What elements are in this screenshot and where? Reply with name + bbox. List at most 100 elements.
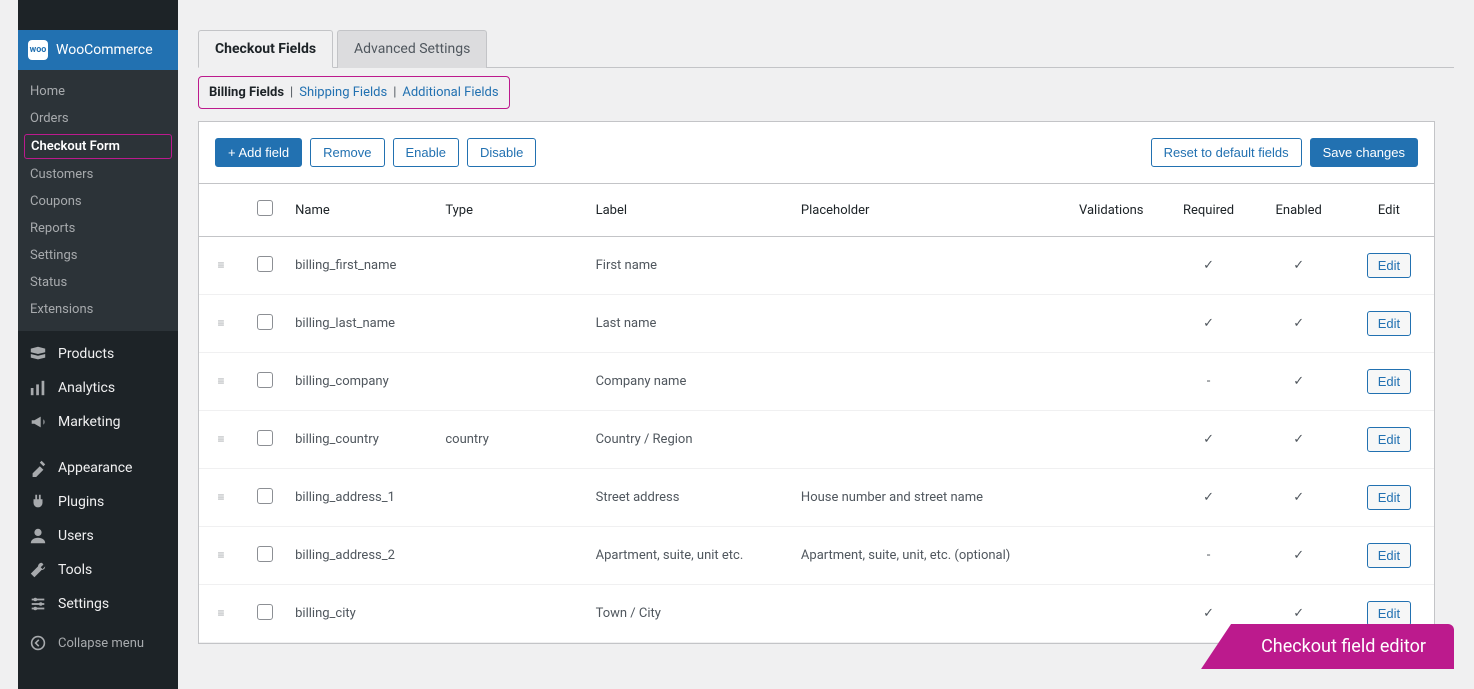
banner-checkout-field-editor: Checkout field editor <box>1201 624 1454 669</box>
sidebar-menu-item[interactable]: Appearance <box>18 451 178 485</box>
row-checkbox[interactable] <box>257 546 273 562</box>
fields-table: Name Type Label Placeholder Validations … <box>199 184 1434 643</box>
disable-button[interactable]: Disable <box>467 138 536 167</box>
cell-label: Company name <box>588 353 793 411</box>
cell-type <box>437 237 587 295</box>
sidebar-submenu-item[interactable]: Orders <box>18 105 178 132</box>
reset-button[interactable]: Reset to default fields <box>1151 138 1302 167</box>
drag-handle-icon[interactable]: ≡ <box>218 490 225 504</box>
drag-handle-icon[interactable]: ≡ <box>218 432 225 446</box>
col-label: Label <box>588 184 793 237</box>
settings-icon <box>28 595 48 613</box>
top-tab[interactable]: Advanced Settings <box>337 30 487 68</box>
cell-name: billing_address_1 <box>287 469 437 527</box>
tools-icon <box>28 561 48 579</box>
select-all-checkbox[interactable] <box>257 200 273 216</box>
col-enabled: Enabled <box>1254 184 1344 237</box>
drag-handle-icon[interactable]: ≡ <box>218 548 225 562</box>
row-checkbox[interactable] <box>257 604 273 620</box>
cell-label: Town / City <box>588 585 793 643</box>
woocommerce-label: WooCommerce <box>56 42 153 58</box>
sidebar-submenu-item[interactable]: Reports <box>18 215 178 242</box>
row-checkbox[interactable] <box>257 488 273 504</box>
sidebar-submenu-item[interactable]: Home <box>18 78 178 105</box>
appearance-icon <box>28 459 48 477</box>
enable-button[interactable]: Enable <box>393 138 459 167</box>
sidebar-menu-item[interactable]: Analytics <box>18 371 178 405</box>
sidebar-submenu-item[interactable]: Status <box>18 269 178 296</box>
sidebar-menu-item[interactable]: Tools <box>18 553 178 587</box>
cell-name: billing_address_2 <box>287 527 437 585</box>
col-name: Name <box>287 184 437 237</box>
cell-enabled: ✓ <box>1254 411 1344 469</box>
sidebar-submenu-item[interactable]: Settings <box>18 242 178 269</box>
drag-handle-icon[interactable]: ≡ <box>218 374 225 388</box>
field-group-tabs: Billing Fields | Shipping Fields | Addit… <box>198 76 510 109</box>
main-menu-section-2: AppearancePluginsUsersToolsSettings <box>18 445 178 627</box>
sidebar-item-woocommerce[interactable]: woo WooCommerce <box>18 30 178 70</box>
edit-button[interactable]: Edit <box>1367 543 1411 568</box>
edit-button[interactable]: Edit <box>1367 311 1411 336</box>
sidebar-submenu-item[interactable]: Coupons <box>18 188 178 215</box>
drag-handle-icon[interactable]: ≡ <box>218 258 225 272</box>
cell-required: - <box>1164 527 1254 585</box>
sidebar-submenu-item[interactable]: Extensions <box>18 296 178 323</box>
sidebar-menu-item[interactable]: Products <box>18 337 178 371</box>
main-menu-section-1: ProductsAnalyticsMarketing <box>18 331 178 445</box>
edit-button[interactable]: Edit <box>1367 369 1411 394</box>
edit-button[interactable]: Edit <box>1367 485 1411 510</box>
subtab-additional[interactable]: Additional Fields <box>402 85 498 100</box>
cell-placeholder <box>793 411 1053 469</box>
table-row: ≡billing_last_nameLast name✓✓Edit <box>199 295 1434 353</box>
row-checkbox[interactable] <box>257 372 273 388</box>
cell-placeholder <box>793 353 1053 411</box>
cell-label: First name <box>588 237 793 295</box>
collapse-menu-button[interactable]: Collapse menu <box>18 627 178 659</box>
collapse-icon <box>28 635 48 651</box>
woocommerce-submenu: HomeOrdersCheckout FormCustomersCouponsR… <box>18 70 178 331</box>
save-button[interactable]: Save changes <box>1310 138 1418 167</box>
cell-type <box>437 353 587 411</box>
drag-handle-icon[interactable]: ≡ <box>218 606 225 620</box>
sidebar-menu-item[interactable]: Users <box>18 519 178 553</box>
row-checkbox[interactable] <box>257 314 273 330</box>
subtab-shipping[interactable]: Shipping Fields <box>299 85 387 100</box>
fields-toolbar: + Add field Remove Enable Disable Reset … <box>199 122 1434 184</box>
col-type: Type <box>437 184 587 237</box>
cell-enabled: ✓ <box>1254 527 1344 585</box>
cell-required: ✓ <box>1164 237 1254 295</box>
sidebar-submenu-item[interactable]: Customers <box>18 161 178 188</box>
edit-button[interactable]: Edit <box>1367 427 1411 452</box>
drag-handle-icon[interactable]: ≡ <box>218 316 225 330</box>
remove-button[interactable]: Remove <box>310 138 384 167</box>
sidebar-submenu-item[interactable]: Checkout Form <box>24 134 172 159</box>
cell-type <box>437 469 587 527</box>
cell-name: billing_country <box>287 411 437 469</box>
cell-name: billing_first_name <box>287 237 437 295</box>
fields-panel: + Add field Remove Enable Disable Reset … <box>198 121 1435 644</box>
analytics-icon <box>28 379 48 397</box>
cell-enabled: ✓ <box>1254 295 1344 353</box>
top-tab[interactable]: Checkout Fields <box>198 30 333 68</box>
cell-required: ✓ <box>1164 469 1254 527</box>
subtab-billing[interactable]: Billing Fields <box>209 85 284 100</box>
sidebar-menu-item[interactable]: Settings <box>18 587 178 621</box>
cell-placeholder <box>793 295 1053 353</box>
cell-name: billing_company <box>287 353 437 411</box>
edit-button[interactable]: Edit <box>1367 253 1411 278</box>
cell-type <box>437 527 587 585</box>
cell-required: - <box>1164 353 1254 411</box>
row-checkbox[interactable] <box>257 430 273 446</box>
add-field-button[interactable]: + Add field <box>215 138 302 167</box>
col-edit: Edit <box>1344 184 1434 237</box>
cell-type <box>437 295 587 353</box>
admin-sidebar: woo WooCommerce HomeOrdersCheckout FormC… <box>18 0 178 689</box>
sidebar-menu-item[interactable]: Marketing <box>18 405 178 439</box>
plugins-icon <box>28 493 48 511</box>
main-content: Checkout FieldsAdvanced Settings Billing… <box>178 0 1474 689</box>
sidebar-menu-item[interactable]: Plugins <box>18 485 178 519</box>
marketing-icon <box>28 413 48 431</box>
edit-button[interactable]: Edit <box>1367 601 1411 626</box>
row-checkbox[interactable] <box>257 256 273 272</box>
cell-validations <box>1053 237 1163 295</box>
